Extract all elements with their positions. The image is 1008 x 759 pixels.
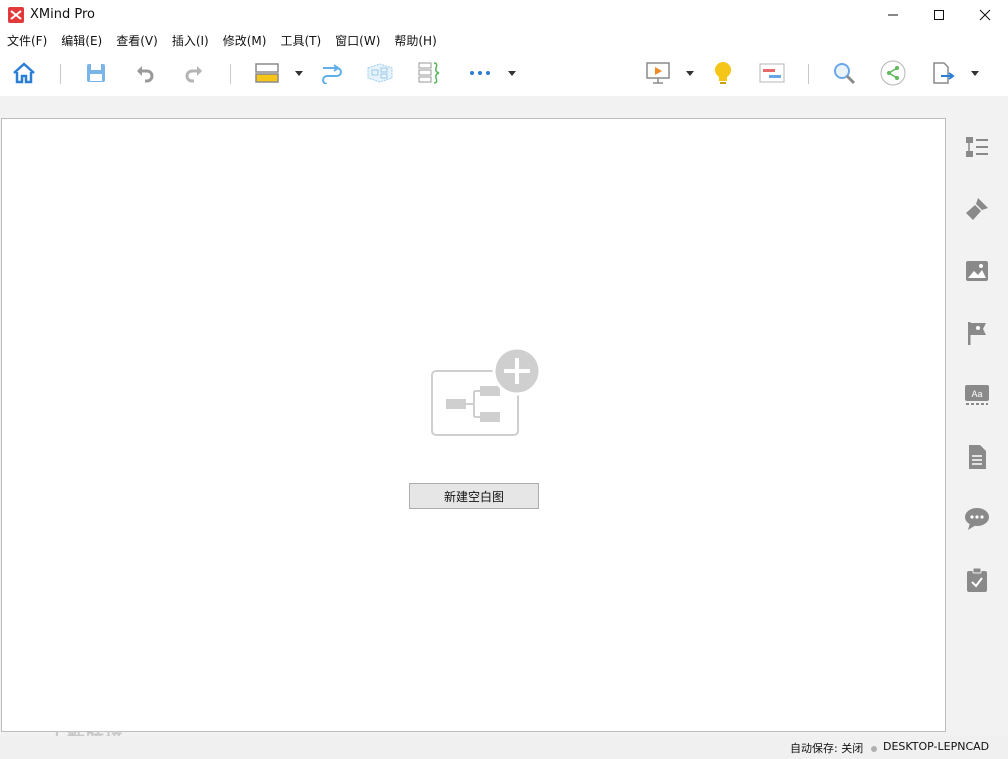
menu-view[interactable]: 查看(V): [116, 32, 158, 49]
maximize-button[interactable]: [916, 0, 962, 30]
menu-help[interactable]: 帮助(H): [394, 32, 436, 49]
outline-icon[interactable]: [963, 133, 991, 161]
notes-icon[interactable]: [963, 443, 991, 471]
new-blank-map-button[interactable]: 新建空白图: [409, 483, 539, 509]
image-icon[interactable]: [963, 257, 991, 285]
brainstorm-icon[interactable]: [709, 59, 737, 87]
new-map-icon[interactable]: [430, 346, 544, 443]
connection-dot-icon: [871, 746, 877, 752]
toolbar-divider: [808, 64, 809, 84]
work-area: 新建空白图: [0, 96, 1008, 736]
more-dropdown-arrow[interactable]: [507, 69, 517, 77]
export-dropdown-arrow[interactable]: [970, 69, 980, 77]
minimize-button[interactable]: [870, 0, 916, 30]
presentation-icon[interactable]: [644, 59, 672, 87]
text-icon[interactable]: Aa: [963, 381, 991, 409]
menu-insert[interactable]: 插入(I): [172, 32, 209, 49]
summary-icon[interactable]: [415, 59, 443, 87]
more-icon[interactable]: [466, 59, 494, 87]
autosave-status[interactable]: 自动保存: 关闭: [790, 740, 863, 756]
menu-edit[interactable]: 编辑(E): [61, 32, 102, 49]
marker-icon[interactable]: [963, 319, 991, 347]
toolbar: [0, 50, 1008, 96]
search-icon[interactable]: [830, 59, 858, 87]
undo-icon[interactable]: [131, 59, 159, 87]
boundary-icon[interactable]: [366, 59, 394, 87]
relationship-icon[interactable]: [318, 59, 346, 87]
svg-text:Aa: Aa: [971, 389, 982, 399]
status-bar: 自动保存: 关闭 DESKTOP-LEPNCAD: [0, 736, 1008, 759]
right-sidebar: Aa: [947, 96, 1008, 736]
save-icon[interactable]: [82, 59, 110, 87]
menu-bar: 文件(F) 编辑(E) 查看(V) 插入(I) 修改(M) 工具(T) 窗口(W…: [0, 30, 1008, 50]
comments-icon[interactable]: [963, 505, 991, 533]
home-icon[interactable]: [10, 59, 38, 87]
task-icon[interactable]: [963, 566, 991, 594]
window-title: XMind Pro: [30, 7, 95, 22]
redo-icon[interactable]: [180, 59, 208, 87]
topic-dropdown-arrow[interactable]: [294, 69, 304, 77]
gantt-icon[interactable]: [758, 59, 786, 87]
topic-icon[interactable]: [253, 59, 281, 87]
xmind-logo-icon: [8, 7, 24, 23]
menu-modify[interactable]: 修改(M): [223, 32, 267, 49]
format-icon[interactable]: [963, 195, 991, 223]
share-icon[interactable]: [879, 59, 907, 87]
menu-window[interactable]: 窗口(W): [335, 32, 380, 49]
toolbar-divider: [60, 64, 61, 84]
menu-tools[interactable]: 工具(T): [280, 32, 321, 49]
device-name: DESKTOP-LEPNCAD: [883, 740, 990, 753]
close-button[interactable]: [962, 0, 1008, 30]
export-icon[interactable]: [929, 59, 957, 87]
menu-file[interactable]: 文件(F): [7, 32, 47, 49]
map-canvas[interactable]: 新建空白图: [1, 118, 946, 732]
title-bar: XMind Pro: [0, 0, 1008, 30]
toolbar-divider: [230, 64, 231, 84]
presentation-dropdown-arrow[interactable]: [685, 69, 695, 77]
